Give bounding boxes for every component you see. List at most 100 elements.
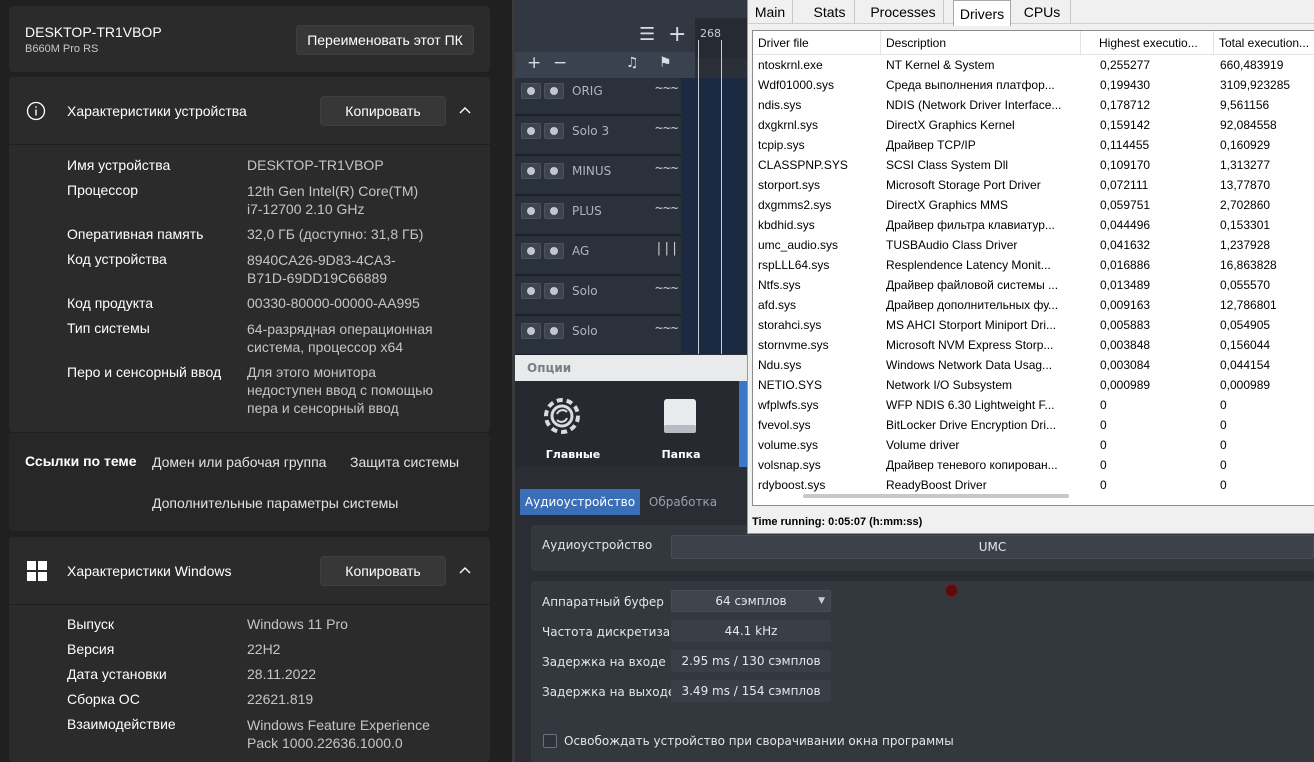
rename-pc-button[interactable]: Переименовать этот ПК (296, 25, 474, 55)
table-row[interactable]: storahci.sys MS AHCI Storport Miniport Dr… (753, 315, 1314, 335)
spec-value: 28.11.2022 (247, 666, 317, 682)
column-header-total-execution[interactable]: Total execution... (1214, 31, 1314, 55)
horizontal-scrollbar[interactable] (803, 494, 1069, 498)
record-button[interactable] (521, 83, 541, 99)
spec-value-line2: система, процессор x64 (247, 339, 404, 355)
description-cell: SCSI Class System Dll (886, 158, 1009, 172)
column-header-description[interactable]: Description (881, 31, 1081, 55)
tab-stats[interactable]: Stats (805, 0, 855, 24)
chevron-up-icon[interactable] (458, 105, 472, 115)
windows-specs-header[interactable]: Характеристики Windows Копировать (9, 537, 490, 605)
note-icon[interactable]: ♫ (626, 55, 639, 71)
table-row[interactable]: dxgkrnl.sys DirectX Graphics Kernel 0,1591… (753, 115, 1314, 135)
total-execution-cell: 0,054905 (1220, 318, 1271, 332)
remove-icon[interactable]: − (553, 53, 567, 73)
table-row[interactable]: ntoskrnl.exe NT Kernel & System 0,255277 66… (753, 55, 1314, 75)
tab-audio-device[interactable]: Аудиоустройство (520, 489, 640, 515)
advanced-system-settings-link[interactable]: Дополнительные параметры системы (152, 495, 398, 511)
waveform-icon: ~~~ (655, 201, 679, 216)
copy-windows-specs-button[interactable]: Копировать (320, 556, 446, 586)
table-row[interactable]: volsnap.sys Драйвер теневого копирован...… (753, 455, 1314, 475)
monitor-button[interactable] (544, 163, 564, 179)
table-row[interactable]: wfplwfs.sys WFP NDIS 6.30 Lightweight F..… (753, 395, 1314, 415)
table-row[interactable]: volume.sys Volume driver 0 0 (753, 435, 1314, 455)
record-button[interactable] (521, 203, 541, 219)
record-button[interactable] (521, 283, 541, 299)
table-row[interactable]: ndis.sys NDIS (Network Driver Interface..… (753, 95, 1314, 115)
table-row[interactable]: rdyboost.sys ReadyBoost Driver 0 0 (753, 475, 1314, 495)
spec-value: Windows Feature Experience (247, 717, 430, 733)
record-button[interactable] (521, 323, 541, 339)
table-row[interactable]: tcpip.sys Драйвер TCP/IP 0,114455 0,160929 (753, 135, 1314, 155)
table-row[interactable]: fvevol.sys BitLocker Drive Encryption Dri… (753, 415, 1314, 435)
record-button[interactable] (521, 163, 541, 179)
domain-workgroup-link[interactable]: Домен или рабочая группа (152, 454, 326, 470)
total-execution-cell: 13,77870 (1220, 178, 1271, 192)
add-track-icon[interactable]: + (668, 22, 686, 47)
track-name: Solo 3 (572, 124, 610, 138)
table-row[interactable]: storport.sys Microsoft Storage Port Drive… (753, 175, 1314, 195)
spec-value-line2: недоступен ввод с помощью (247, 382, 433, 398)
track-row[interactable]: MINUS ~~~ (515, 158, 681, 196)
total-execution-cell: 660,483919 (1220, 58, 1284, 72)
monitor-button[interactable] (544, 243, 564, 259)
buffer-select[interactable]: 64 сэмплов ▼ (671, 590, 831, 612)
table-row[interactable]: stornvme.sys Microsoft NVM Express Storp.… (753, 335, 1314, 355)
list-icon[interactable]: ☰ (639, 24, 655, 45)
table-row[interactable]: NETIO.SYS Network I/O Subsystem 0,000989 0,… (753, 375, 1314, 395)
record-button[interactable] (521, 123, 541, 139)
arrange-view[interactable] (681, 78, 749, 354)
chevron-up-icon[interactable] (458, 565, 472, 575)
add-icon[interactable]: + (527, 53, 541, 73)
device-specs-header[interactable]: Характеристики устройства Копировать (9, 77, 490, 145)
windows-logo-icon (27, 561, 47, 581)
tab-cpus[interactable]: CPUs (1014, 0, 1071, 24)
column-header-driver-file[interactable]: Driver file (753, 31, 881, 55)
tab-main[interactable]: Main (748, 0, 793, 24)
track-row[interactable]: AG ||| (515, 238, 681, 276)
tab-drivers[interactable]: Drivers (953, 0, 1011, 26)
table-row[interactable]: rspLLL64.sys Resplendence Latency Monit..… (753, 255, 1314, 275)
column-header-highest-execution[interactable]: Highest executio... (1094, 31, 1214, 55)
flag-icon[interactable]: ⚑ (659, 55, 672, 71)
table-row[interactable]: Ndu.sys Windows Network Data Usag... 0,003… (753, 355, 1314, 375)
table-row[interactable]: CLASSPNP.SYS SCSI Class System Dll 0,10917… (753, 155, 1314, 175)
tab-processes[interactable]: Processes (863, 0, 944, 24)
tab-processing[interactable]: Обработка (640, 489, 726, 515)
monitor-button[interactable] (544, 83, 564, 99)
driver-file-cell: Wdf01000.sys (758, 78, 835, 92)
track-row[interactable]: Solo ~~~ (515, 278, 681, 316)
driver-file-cell: fvevol.sys (758, 418, 811, 432)
monitor-button[interactable] (544, 323, 564, 339)
table-row[interactable]: kbdhid.sys Драйвер фильтра клавиатур... 0,… (753, 215, 1314, 235)
monitor-button[interactable] (544, 283, 564, 299)
monitor-button[interactable] (544, 203, 564, 219)
spec-value: 32,0 ГБ (доступно: 31,8 ГБ) (247, 226, 424, 242)
general-tile[interactable]: Главные (515, 381, 631, 467)
table-row[interactable]: dxgmms2.sys DirectX Graphics MMS 0,059751 2… (753, 195, 1314, 215)
track-list: ORIG ~~~ Solo 3 ~~~ MINUS ~~~ PLUS ~~~ A… (515, 78, 681, 356)
audio-device-select[interactable]: UMC (671, 535, 1314, 559)
track-row[interactable]: PLUS ~~~ (515, 198, 681, 236)
copy-device-specs-button[interactable]: Копировать (320, 96, 446, 126)
highest-execution-cell: 0 (1100, 418, 1107, 432)
spec-label: Выпуск (67, 616, 114, 632)
playhead-line (698, 40, 699, 354)
system-protection-link[interactable]: Защита системы (350, 454, 459, 470)
monitor-button[interactable] (544, 123, 564, 139)
table-row[interactable]: Wdf01000.sys Среда выполнения платфор... 0… (753, 75, 1314, 95)
track-row[interactable]: Solo ~~~ (515, 318, 681, 356)
spec-value: 64-разрядная операционная (247, 321, 433, 337)
table-row[interactable]: Ntfs.sys Драйвер файловой системы ... 0,01… (753, 275, 1314, 295)
track-row[interactable]: Solo 3 ~~~ (515, 118, 681, 156)
highest-execution-cell: 0,159142 (1100, 118, 1151, 132)
device-specs-title: Характеристики устройства (67, 103, 247, 119)
table-row[interactable]: afd.sys Драйвер дополнительных фу... 0,009… (753, 295, 1314, 315)
folder-tile[interactable]: Папка (623, 381, 739, 467)
track-row[interactable]: ORIG ~~~ (515, 78, 681, 116)
spec-label: Оперативная память (67, 226, 204, 242)
table-row[interactable]: umc_audio.sys TUSBAudio Class Driver 0,041… (753, 235, 1314, 255)
release-device-checkbox[interactable] (543, 734, 557, 748)
options-category-bar: Главные Папка (515, 381, 747, 467)
record-button[interactable] (521, 243, 541, 259)
